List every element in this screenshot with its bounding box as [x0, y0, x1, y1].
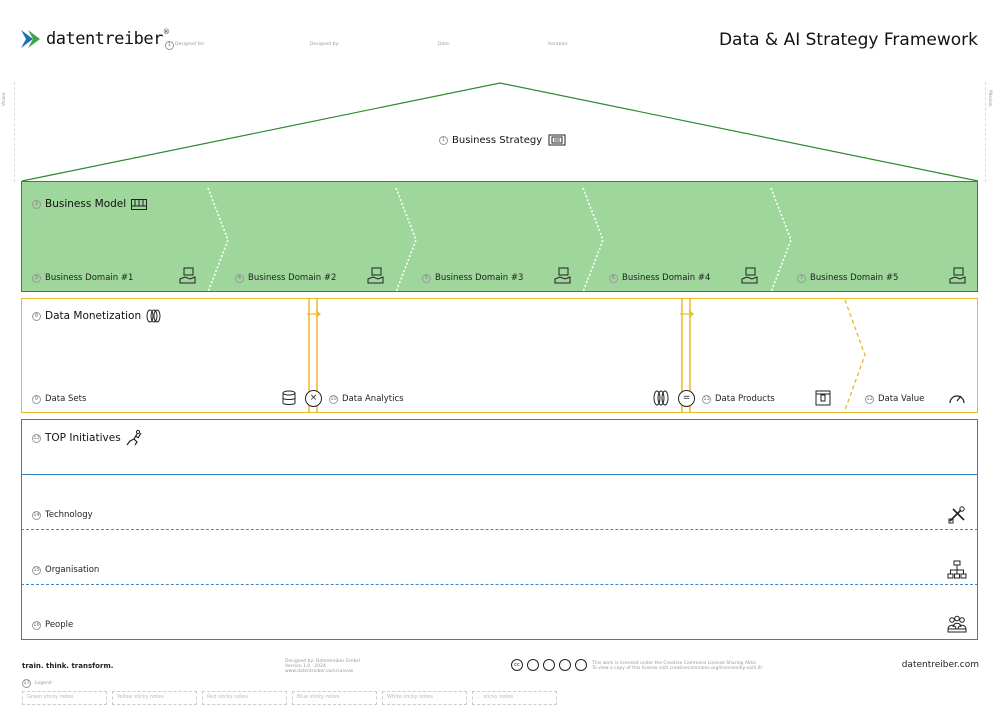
sticky-blue[interactable]: Blue sticky notes — [292, 691, 377, 705]
product-box-icon — [815, 390, 831, 406]
organisation-divider — [21, 584, 978, 585]
license-icons: cc — [511, 659, 587, 671]
technology-divider — [21, 529, 978, 530]
row-num: 14 — [32, 510, 41, 520]
sticky-green[interactable]: Green sticky notes — [22, 691, 107, 705]
data-value-item[interactable]: 12 Data Value — [865, 394, 924, 404]
initiatives-num: 13 — [32, 433, 41, 443]
monetization-num: 8 — [32, 311, 41, 321]
top-initiatives-label: TOP Initiatives — [45, 432, 121, 444]
legend-label: Legend: — [35, 681, 54, 686]
item-num: 10 — [329, 394, 338, 404]
data-value-label: Data Value — [878, 394, 925, 404]
organisation-label: Organisation — [45, 565, 100, 575]
credit-line: www.datentreiber.com/canvas — [285, 669, 354, 674]
gauge-icon — [949, 395, 965, 404]
row-num: 16 — [32, 620, 41, 630]
monetization-dividers — [307, 298, 866, 413]
legend-num: 17 — [22, 679, 31, 688]
top-initiatives-title: 13 TOP Initiatives — [32, 429, 143, 446]
sticky-other[interactable]: ... sticky notes — [472, 691, 557, 705]
credit-block: Designed by: Datentreiber GmbH Version 1… — [285, 659, 360, 674]
data-sets-item[interactable]: 9 Data Sets — [32, 394, 86, 404]
footer-url[interactable]: datentreiber.com — [902, 660, 979, 670]
nc-icon — [559, 659, 571, 671]
sa-icon — [543, 659, 555, 671]
item-num: 12 — [865, 394, 874, 404]
legend-title: 17 Legend: — [22, 679, 53, 688]
sticky-yellow[interactable]: Yellow sticky notes — [112, 691, 197, 705]
data-monetization-title: 8 Data Monetization — [32, 308, 161, 324]
people-label: People — [45, 620, 74, 630]
org-chart-icon — [947, 560, 967, 579]
times-operator: × — [305, 390, 322, 407]
runner-icon — [126, 429, 142, 446]
coins-icon — [146, 309, 161, 323]
share-icon — [575, 659, 587, 671]
row-num: 15 — [32, 565, 41, 575]
tools-icon — [948, 506, 965, 524]
data-sets-label: Data Sets — [45, 394, 87, 404]
tagline: train. think. transform. — [22, 662, 114, 670]
initiatives-divider — [21, 474, 978, 475]
data-products-label: Data Products — [715, 394, 775, 404]
people-row[interactable]: 16 People — [32, 620, 73, 630]
sticky-white[interactable]: White sticky notes — [382, 691, 467, 705]
organisation-row[interactable]: 15 Organisation — [32, 565, 99, 575]
equals-operator: = — [678, 390, 695, 407]
sticky-red[interactable]: Red sticky notes — [202, 691, 287, 705]
item-num: 9 — [32, 394, 41, 404]
item-num: 11 — [702, 394, 711, 404]
data-products-item[interactable]: 11 Data Products — [702, 394, 775, 404]
coins-stack-icon — [653, 390, 669, 406]
technology-row[interactable]: 14 Technology — [32, 510, 93, 520]
license-line: To view a copy of this license visit cre… — [592, 666, 762, 671]
data-analytics-label: Data Analytics — [342, 394, 404, 404]
cc-icon: cc — [511, 659, 523, 671]
data-analytics-item[interactable]: 10 Data Analytics — [329, 394, 404, 404]
data-monetization-label: Data Monetization — [45, 310, 142, 322]
by-icon — [527, 659, 539, 671]
license-text: This work is licensed under the Creative… — [592, 661, 762, 671]
people-icon — [947, 615, 967, 633]
database-icon — [282, 390, 296, 405]
technology-label: Technology — [45, 510, 93, 520]
